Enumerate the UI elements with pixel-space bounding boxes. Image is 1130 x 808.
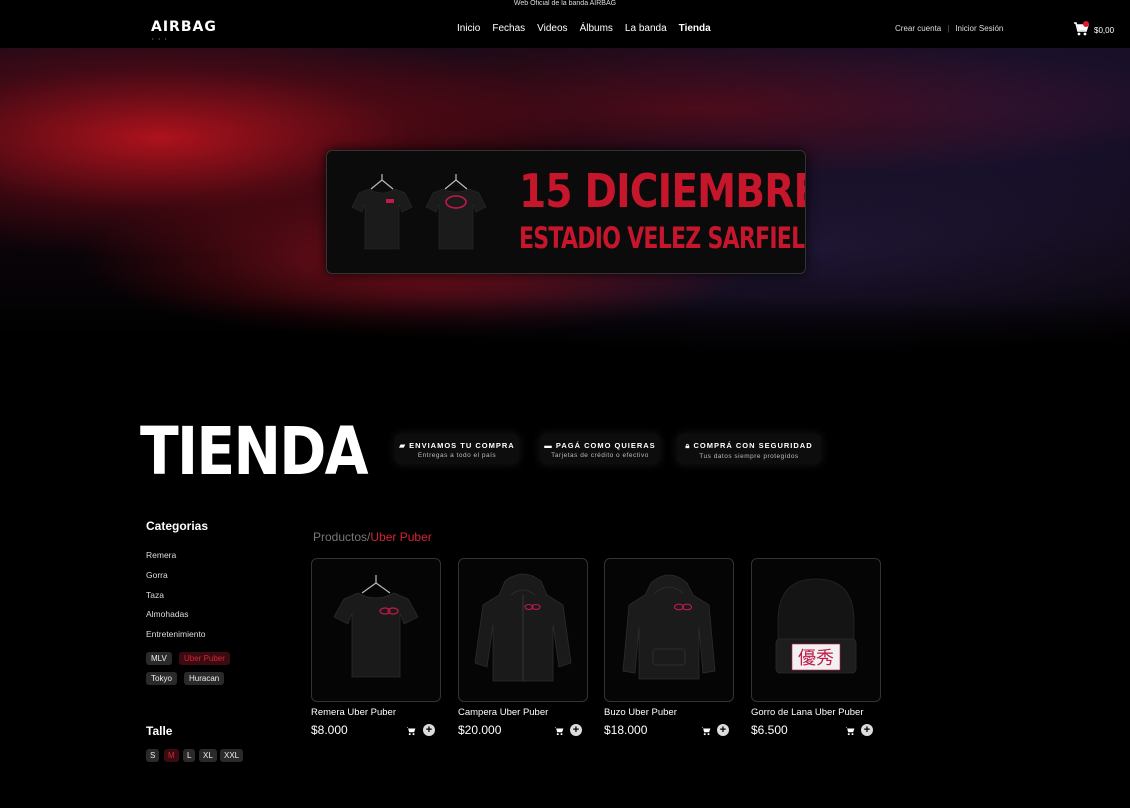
login-link[interactable]: Inicior Sesión — [955, 24, 1003, 33]
tag-huracan[interactable]: Huracan — [184, 672, 225, 685]
beanie-image: 優秀 — [775, 578, 857, 674]
cart-total: $0,00 — [1094, 26, 1115, 35]
breadcrumb: Productos/Uber Puber — [313, 530, 432, 544]
feature-payment: ▬ PAGÁ COMO QUIERAS Tarjetas de crédito … — [540, 434, 660, 464]
page-title: TIENDA — [140, 413, 369, 490]
size-xxl[interactable]: XXL — [220, 749, 244, 762]
menu-item-videos[interactable]: Videos — [537, 23, 567, 34]
feature-subtitle: Tarjetas de crédito o efectivo — [551, 452, 649, 459]
category-remera[interactable]: Remera — [146, 550, 176, 560]
plus-icon[interactable]: + — [717, 724, 729, 736]
card-icon: ▬ — [544, 441, 553, 450]
feature-title: COMPRÁ CON SEGURIDAD — [693, 441, 813, 450]
category-entretenimiento[interactable]: Entretenimiento — [146, 629, 206, 639]
plus-icon[interactable]: + — [570, 724, 582, 736]
add-to-cart-icon[interactable] — [701, 726, 711, 736]
hoodie-image — [622, 574, 716, 680]
feature-shipping: ▰ ENVIAMOS TU COMPRA Entregas a todo el … — [395, 434, 519, 464]
add-to-cart-icon[interactable] — [845, 726, 855, 736]
breadcrumb-root[interactable]: Productos/ — [313, 530, 370, 544]
hero-fade — [0, 298, 1130, 360]
truck-icon: ▰ — [399, 441, 407, 450]
top-announcement-bar: Web Oficial de la banda AIRBAG — [0, 0, 1130, 10]
product-name[interactable]: Remera Uber Puber — [311, 707, 396, 718]
tag-uber-puber[interactable]: Uber Puber — [179, 652, 230, 665]
product-price: $6.500 — [751, 723, 788, 737]
plus-icon[interactable]: + — [861, 724, 873, 736]
lock-icon: 🔒︎ — [685, 441, 691, 450]
categories-title: Categorias — [146, 519, 209, 533]
airbag-logo[interactable]: AIRBAG — [151, 19, 217, 35]
product-name[interactable]: Buzo Uber Puber — [604, 707, 677, 718]
product-image-remera[interactable] — [311, 558, 441, 702]
logo-subtext: • • • — [152, 36, 169, 41]
tshirt-image — [333, 575, 419, 678]
size-s[interactable]: S — [146, 749, 160, 762]
add-to-cart-icon[interactable] — [554, 726, 564, 736]
main-navbar: AIRBAG • • • Inicio Fechas Videos Álbums… — [0, 10, 1130, 49]
category-gorra[interactable]: Gorra — [146, 570, 168, 580]
banner-venue: ESTADIO VELEZ SARFIELD — [519, 221, 806, 255]
product-price: $8.000 — [311, 723, 348, 737]
banner-tshirt-front-image — [351, 174, 413, 250]
announcement-text: Web Oficial de la banda AIRBAG — [513, 0, 617, 7]
product-image-gorro[interactable]: 優秀 — [751, 558, 881, 702]
feature-subtitle: Tus datos siempre protegidos — [699, 453, 799, 460]
cart-count-badge — [1083, 21, 1089, 27]
create-account-link[interactable]: Crear cuenta — [895, 24, 941, 33]
plus-icon[interactable]: + — [423, 724, 435, 736]
product-image-buzo[interactable] — [604, 558, 734, 702]
feature-title: ENVIAMOS TU COMPRA — [409, 441, 515, 450]
cart-button[interactable]: $0,00 — [1073, 21, 1123, 41]
feature-security: 🔒︎ COMPRÁ CON SEGURIDAD Tus datos siempr… — [677, 434, 821, 464]
feature-title: PAGÁ COMO QUIERAS — [555, 441, 656, 450]
product-price: $18.000 — [604, 723, 648, 737]
menu-item-la-banda[interactable]: La banda — [625, 23, 667, 34]
account-links: Crear cuenta | Inicior Sesión — [895, 24, 1003, 33]
product-name[interactable]: Gorro de Lana Uber Puber — [751, 707, 863, 718]
add-to-cart-icon[interactable] — [406, 726, 416, 736]
tag-tokyo[interactable]: Tokyo — [146, 672, 177, 685]
product-name[interactable]: Campera Uber Puber — [458, 707, 548, 718]
zip-hoodie-image — [474, 573, 572, 682]
size-title: Talle — [146, 724, 173, 738]
menu-item-tienda[interactable]: Tienda — [679, 23, 711, 34]
main-menu: Inicio Fechas Videos Álbums La banda Tie… — [457, 23, 723, 34]
product-image-campera[interactable] — [458, 558, 588, 702]
menu-item-fechas[interactable]: Fechas — [492, 23, 525, 34]
banner-date: 15 DICIEMBRE — [519, 164, 806, 218]
size-l[interactable]: L — [183, 749, 196, 762]
menu-item-albums[interactable]: Álbums — [580, 23, 613, 34]
banner-tshirt-back-image — [425, 174, 487, 250]
breadcrumb-current: Uber Puber — [370, 530, 432, 544]
tag-mlv[interactable]: MLV — [146, 652, 172, 665]
menu-item-inicio[interactable]: Inicio — [457, 23, 480, 34]
size-m[interactable]: M — [164, 749, 179, 762]
account-divider: | — [947, 24, 950, 33]
category-taza[interactable]: Taza — [146, 590, 164, 600]
feature-subtitle: Entregas a todo el país — [417, 452, 497, 459]
category-almohadas[interactable]: Almohadas — [146, 609, 189, 619]
size-xl[interactable]: XL — [199, 749, 217, 762]
product-price: $20.000 — [458, 723, 502, 737]
concert-banner[interactable]: 15 DICIEMBRE ESTADIO VELEZ SARFIELD — [326, 150, 806, 274]
beanie-patch-text: 優秀 — [798, 648, 834, 669]
